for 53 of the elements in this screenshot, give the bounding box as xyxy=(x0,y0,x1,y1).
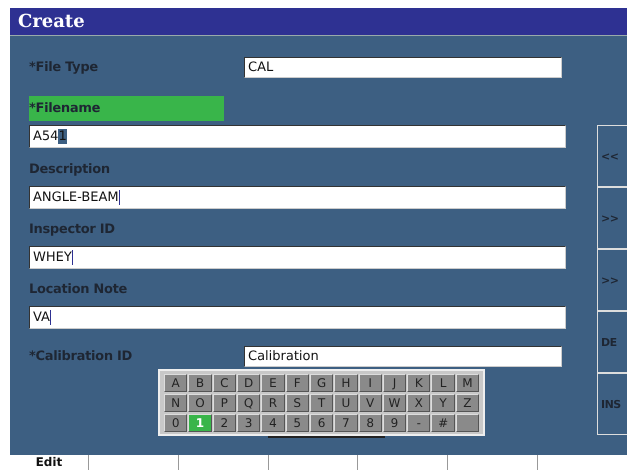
key[interactable]: J xyxy=(382,374,406,392)
field-label: Location Note xyxy=(29,281,128,299)
key[interactable]: Q xyxy=(236,394,260,412)
input-field[interactable]: A541 xyxy=(29,125,566,148)
key[interactable]: 3 xyxy=(236,414,260,432)
field-label: Description xyxy=(29,161,111,179)
input-field[interactable]: VA xyxy=(29,306,566,329)
key[interactable] xyxy=(456,414,480,432)
key[interactable]: H xyxy=(334,374,358,392)
key[interactable]: S xyxy=(286,394,309,412)
key[interactable]: V xyxy=(358,394,382,412)
key[interactable]: X xyxy=(407,394,430,412)
field-label: *File Type xyxy=(29,58,99,76)
field-label: *Calibration ID xyxy=(29,348,134,366)
key[interactable]: N xyxy=(164,394,188,412)
key[interactable]: C xyxy=(212,374,236,392)
field-label: *Filename xyxy=(29,96,224,121)
input-field[interactable]: Calibration xyxy=(244,346,562,367)
input-field[interactable]: CAL xyxy=(244,57,562,78)
key[interactable]: Y xyxy=(431,394,455,412)
key[interactable]: # xyxy=(431,414,455,432)
key[interactable]: U xyxy=(334,394,358,412)
key[interactable]: A xyxy=(164,374,188,392)
key[interactable]: 2 xyxy=(212,414,236,432)
key[interactable]: - xyxy=(407,414,430,432)
key[interactable]: 5 xyxy=(286,414,309,432)
key[interactable]: L xyxy=(431,374,455,392)
key[interactable]: G xyxy=(310,374,334,392)
key[interactable]: M xyxy=(456,374,480,392)
key[interactable]: T xyxy=(310,394,334,412)
key[interactable]: W xyxy=(382,394,406,412)
key[interactable]: 6 xyxy=(310,414,334,432)
key[interactable]: 9 xyxy=(382,414,406,432)
key[interactable]: Z xyxy=(456,394,480,412)
field-label: Inspector ID xyxy=(29,221,116,239)
key[interactable]: P xyxy=(212,394,236,412)
window-title: Create xyxy=(10,8,627,36)
key[interactable]: 7 xyxy=(334,414,358,432)
key[interactable]: O xyxy=(188,394,212,412)
input-field[interactable]: ANGLE-BEAM xyxy=(29,186,566,209)
key[interactable]: E xyxy=(261,374,285,392)
key[interactable]: K xyxy=(407,374,430,392)
tab[interactable]: Edit xyxy=(10,455,88,470)
key[interactable]: 4 xyxy=(261,414,285,432)
key[interactable]: 0 xyxy=(164,414,188,432)
key[interactable]: D xyxy=(236,374,260,392)
key[interactable]: F xyxy=(286,374,309,392)
key[interactable]: I xyxy=(358,374,382,392)
key[interactable]: B xyxy=(188,374,212,392)
key[interactable]: 1 xyxy=(188,414,212,432)
input-field[interactable]: WHEY xyxy=(29,246,566,269)
key[interactable]: 8 xyxy=(358,414,382,432)
key[interactable]: R xyxy=(261,394,285,412)
